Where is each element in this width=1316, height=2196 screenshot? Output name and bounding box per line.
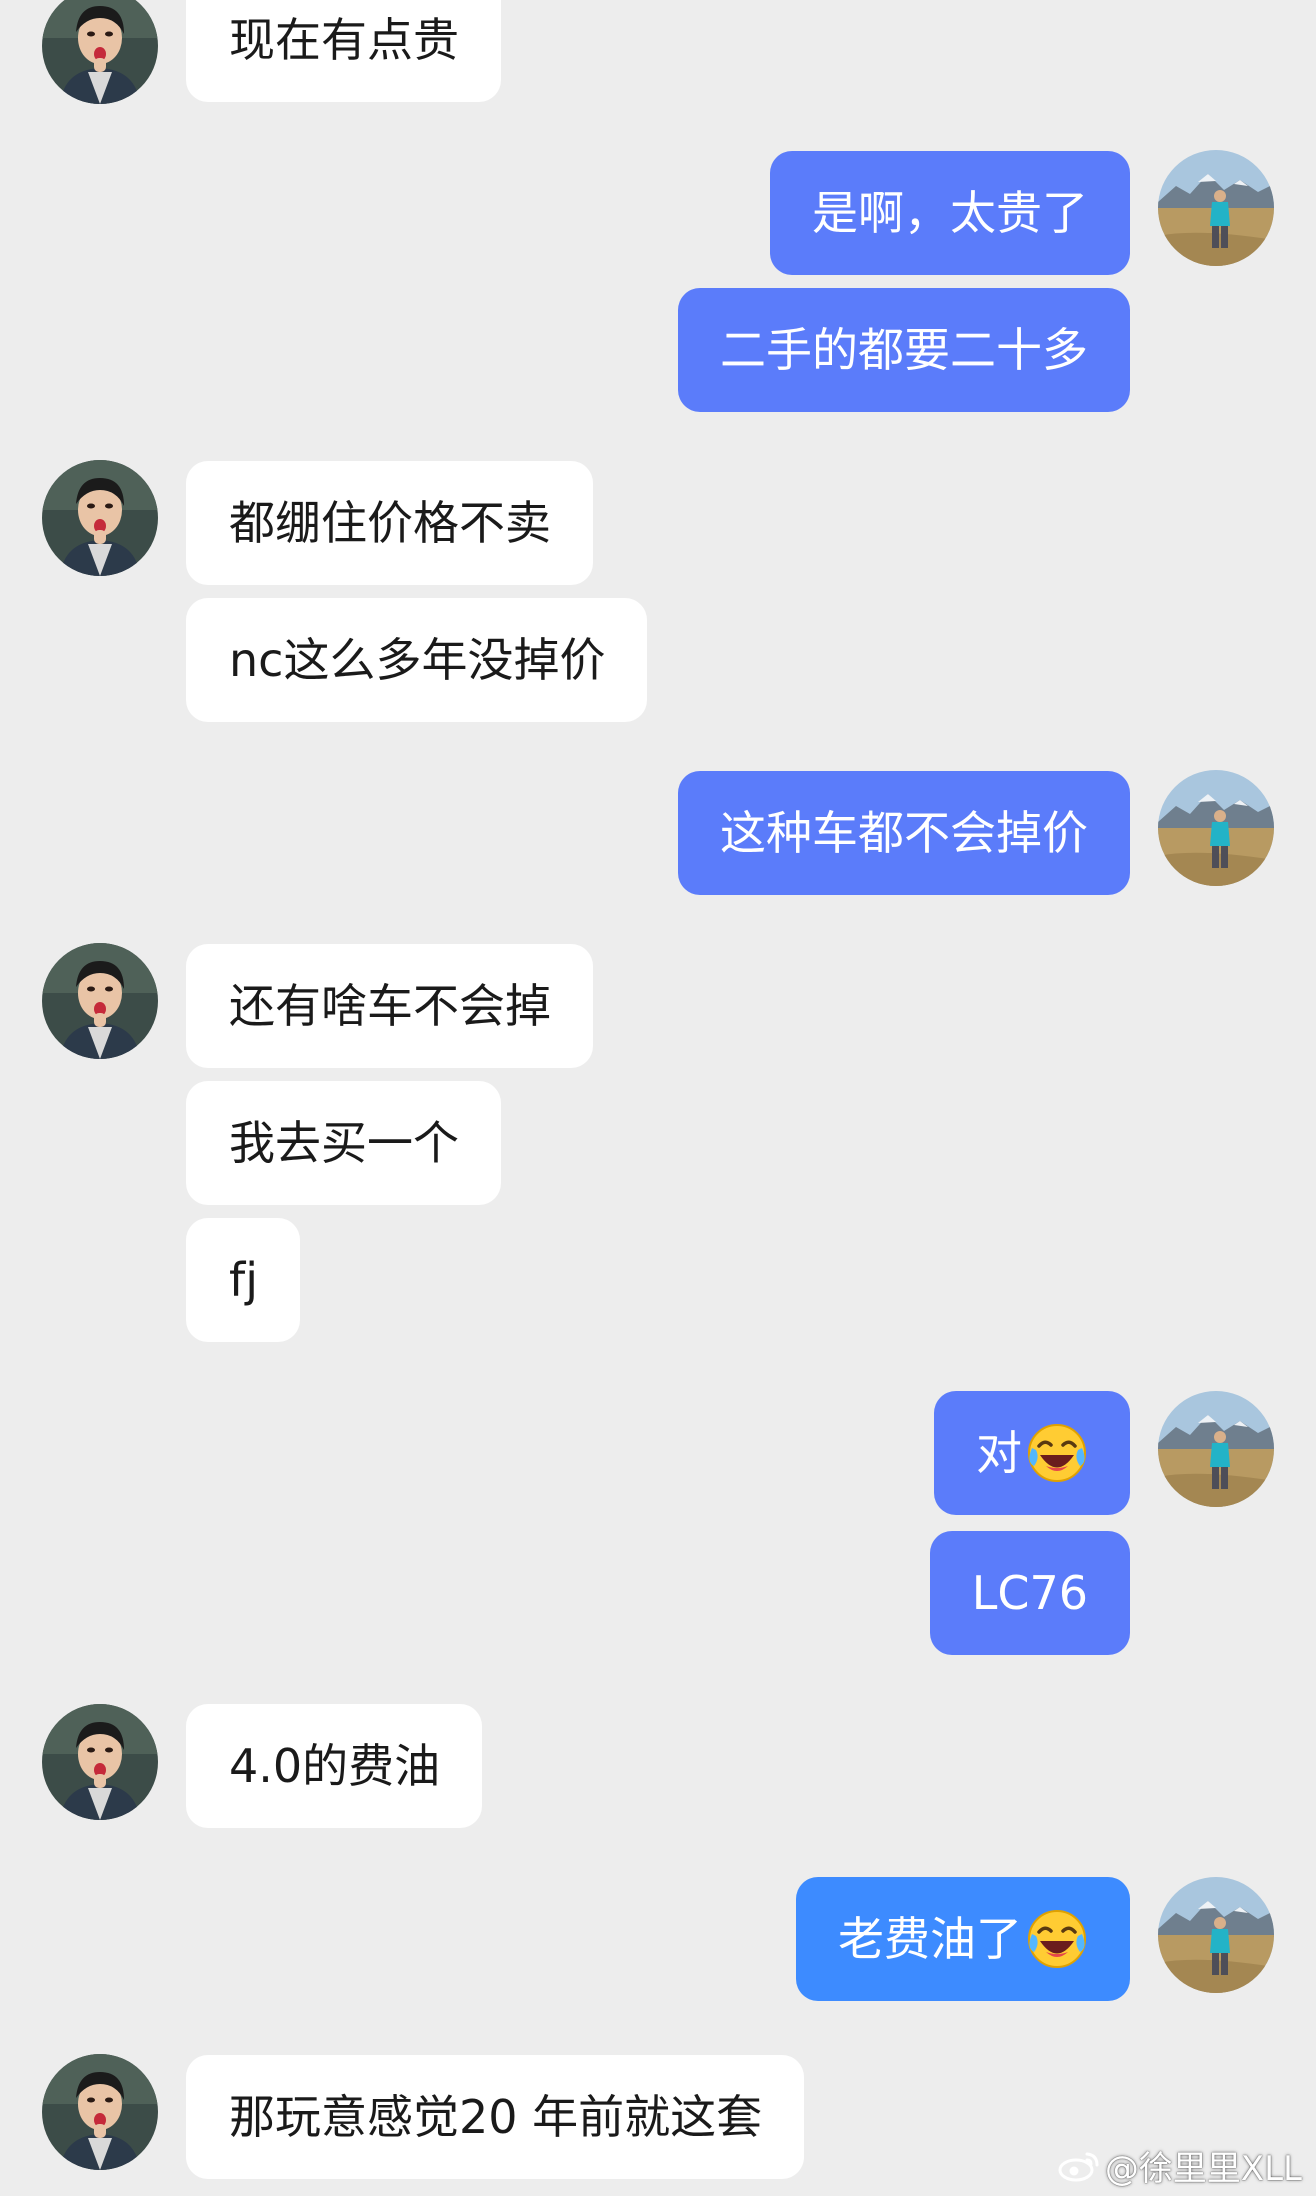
message-bubble-incoming[interactable]: 现在有点贵	[186, 0, 501, 102]
message-bubble-incoming[interactable]: fj	[186, 1218, 300, 1342]
message-bubble-incoming[interactable]: 都绷住价格不卖	[186, 461, 593, 585]
message-text: 这种车都不会掉价	[720, 806, 1088, 860]
message-text: 我去买一个	[229, 1116, 459, 1170]
message-text: nc这么多年没掉价	[229, 633, 606, 687]
watermark-text: @徐里里XLL	[1104, 2148, 1302, 2189]
contact-avatar[interactable]	[42, 2054, 158, 2170]
message-bubble-incoming[interactable]: 还有啥车不会掉	[186, 944, 593, 1068]
laughing-crying-emoji-icon	[1026, 1908, 1088, 1970]
message-bubble-outgoing[interactable]: 是啊，太贵了	[770, 151, 1130, 275]
contact-avatar[interactable]	[42, 460, 158, 576]
message-text: 4.0的费油	[229, 1739, 441, 1793]
message-text: 是啊，太贵了	[812, 186, 1088, 240]
message-bubble-outgoing[interactable]: 二手的都要二十多	[678, 288, 1130, 412]
user-avatar[interactable]	[1158, 770, 1274, 886]
message-text: 对	[976, 1426, 1022, 1480]
laughing-crying-emoji-icon	[1026, 1422, 1088, 1484]
message-bubble-incoming[interactable]: 那玩意感觉20 年前就这套	[186, 2055, 805, 2179]
message-bubble-outgoing[interactable]: 这种车都不会掉价	[678, 771, 1130, 895]
message-bubble-outgoing[interactable]: 对	[934, 1391, 1130, 1515]
message-text: 二手的都要二十多	[720, 323, 1088, 377]
chat-conversation: 现在有点贵 是啊，太贵了 二手的都要二十多 都绷住价格不卖 nc这么多年没掉价 …	[0, 0, 1316, 2196]
message-text: 老费油了	[838, 1912, 1022, 1966]
contact-avatar[interactable]	[42, 943, 158, 1059]
message-text: 都绷住价格不卖	[229, 496, 551, 550]
user-avatar[interactable]	[1158, 150, 1274, 266]
contact-avatar[interactable]	[42, 0, 158, 104]
message-text: 现在有点贵	[229, 13, 459, 67]
message-bubble-outgoing[interactable]: 老费油了	[796, 1877, 1130, 2001]
message-bubble-incoming[interactable]: nc这么多年没掉价	[186, 598, 648, 722]
message-text: 还有啥车不会掉	[229, 979, 551, 1033]
message-bubble-incoming[interactable]: 我去买一个	[186, 1081, 501, 1205]
message-text: 那玩意感觉20 年前就这套	[229, 2090, 763, 2144]
message-bubble-outgoing[interactable]: LC76	[929, 1531, 1130, 1655]
user-avatar[interactable]	[1158, 1877, 1274, 1993]
user-avatar[interactable]	[1158, 1391, 1274, 1507]
weibo-icon	[1057, 2147, 1101, 2183]
contact-avatar[interactable]	[42, 1704, 158, 1820]
watermark: @徐里里XLL	[1057, 2140, 1302, 2190]
message-text: fj	[229, 1253, 258, 1307]
message-bubble-incoming[interactable]: 4.0的费油	[186, 1704, 483, 1828]
message-text: LC76	[971, 1566, 1088, 1620]
